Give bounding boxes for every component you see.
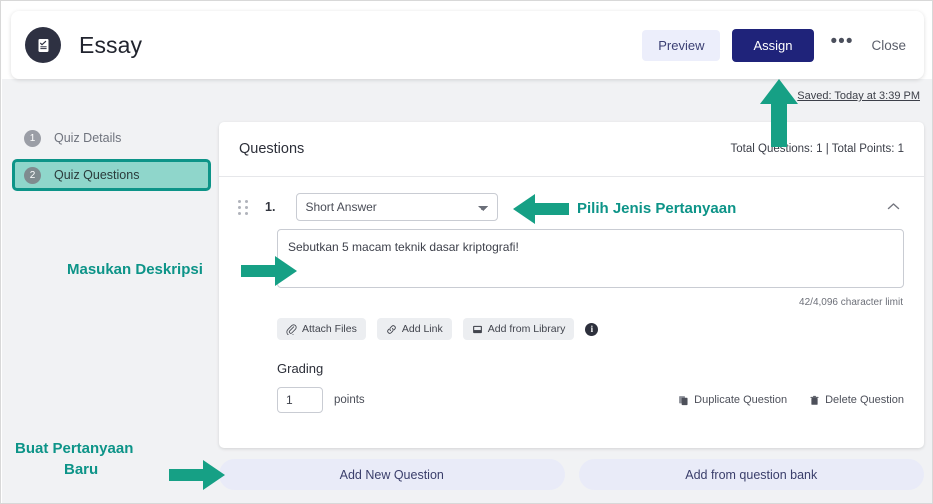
add-from-library-label: Add from Library [487,323,566,335]
grading-row: points Duplicate Question [277,387,904,413]
question-number: 1. [265,200,276,214]
assign-button[interactable]: Assign [732,28,814,62]
footer-actions: Add New Question Add from question bank [219,459,924,490]
paperclip-icon [286,323,302,335]
library-image-icon [472,324,488,335]
sidebar-item-quiz-details[interactable]: 1 Quiz Details [12,123,212,153]
page-title: Essay [79,31,143,58]
app-screenshot: Essay Preview Assign ••• Close Saved: To… [0,0,933,504]
sidebar-item-quiz-questions[interactable]: 2 Quiz Questions [12,159,211,191]
question-row-header: 1. Short Answer [219,177,924,221]
duplicate-question-button[interactable]: Duplicate Question [678,394,787,406]
step-number: 2 [24,166,41,184]
duplicate-icon [678,395,694,406]
delete-question-button[interactable]: Delete Question [809,394,904,406]
sidebar-item-label: Quiz Questions [54,168,140,182]
annotation-label-question-type: Pilih Jenis Pertanyaan [577,200,737,217]
questions-heading: Questions [239,141,305,157]
chevron-up-icon[interactable] [887,200,904,214]
questions-card: Questions Total Questions: 1 | Total Poi… [219,122,924,448]
info-icon[interactable]: i [585,322,599,336]
more-options-icon[interactable]: ••• [831,32,854,54]
add-link-label: Add Link [401,323,443,335]
character-limit-label: 42/4,096 character limit [799,297,903,308]
step-number: 1 [24,129,41,147]
annotation-label-new-question-line2: Baru [64,461,99,478]
questions-totals: Total Questions: 1 | Total Points: 1 [730,143,904,155]
annotation-label-new-question-line1: Buat Pertanyaan [15,440,134,457]
add-from-question-bank-button[interactable]: Add from question bank [578,459,924,490]
drag-handle-icon[interactable] [238,199,250,215]
add-from-library-button[interactable]: Add from Library [462,318,575,340]
link-icon [386,324,402,335]
annotation-label-description: Masukan Deskripsi [67,261,203,278]
annotation-arrow-description [241,255,297,292]
delete-question-label: Delete Question [825,394,904,406]
question-description-input[interactable] [277,229,904,288]
app-header-bar: Essay Preview Assign ••• Close [11,11,924,79]
question-type-select[interactable]: Short Answer [296,193,499,221]
points-label: points [334,394,365,406]
quiz-icon [25,27,61,63]
trash-icon [809,395,825,406]
add-new-question-button[interactable]: Add New Question [219,459,565,490]
question-body: 42/4,096 character limit Attach Files [219,221,924,413]
attach-files-button[interactable]: Attach Files [277,318,366,340]
questions-card-header: Questions Total Questions: 1 | Total Poi… [219,122,924,177]
annotation-arrow-question-type [513,193,569,230]
points-input[interactable] [277,387,323,413]
attachment-actions: Attach Files Add Link Add from Library i [277,318,904,340]
duplicate-question-label: Duplicate Question [694,394,788,406]
grading-heading: Grading [277,361,324,376]
annotation-arrow-new-question [169,459,225,496]
add-link-button[interactable]: Add Link [376,318,452,340]
preview-button[interactable]: Preview [642,29,721,61]
attach-files-label: Attach Files [302,323,357,335]
sidebar-item-label: Quiz Details [54,131,122,145]
close-button[interactable]: Close [871,38,906,53]
saved-status: Saved: Today at 3:39 PM [797,90,920,102]
annotation-arrow-assign [758,79,800,152]
sidebar-steps: 1 Quiz Details 2 Quiz Questions [12,123,212,191]
